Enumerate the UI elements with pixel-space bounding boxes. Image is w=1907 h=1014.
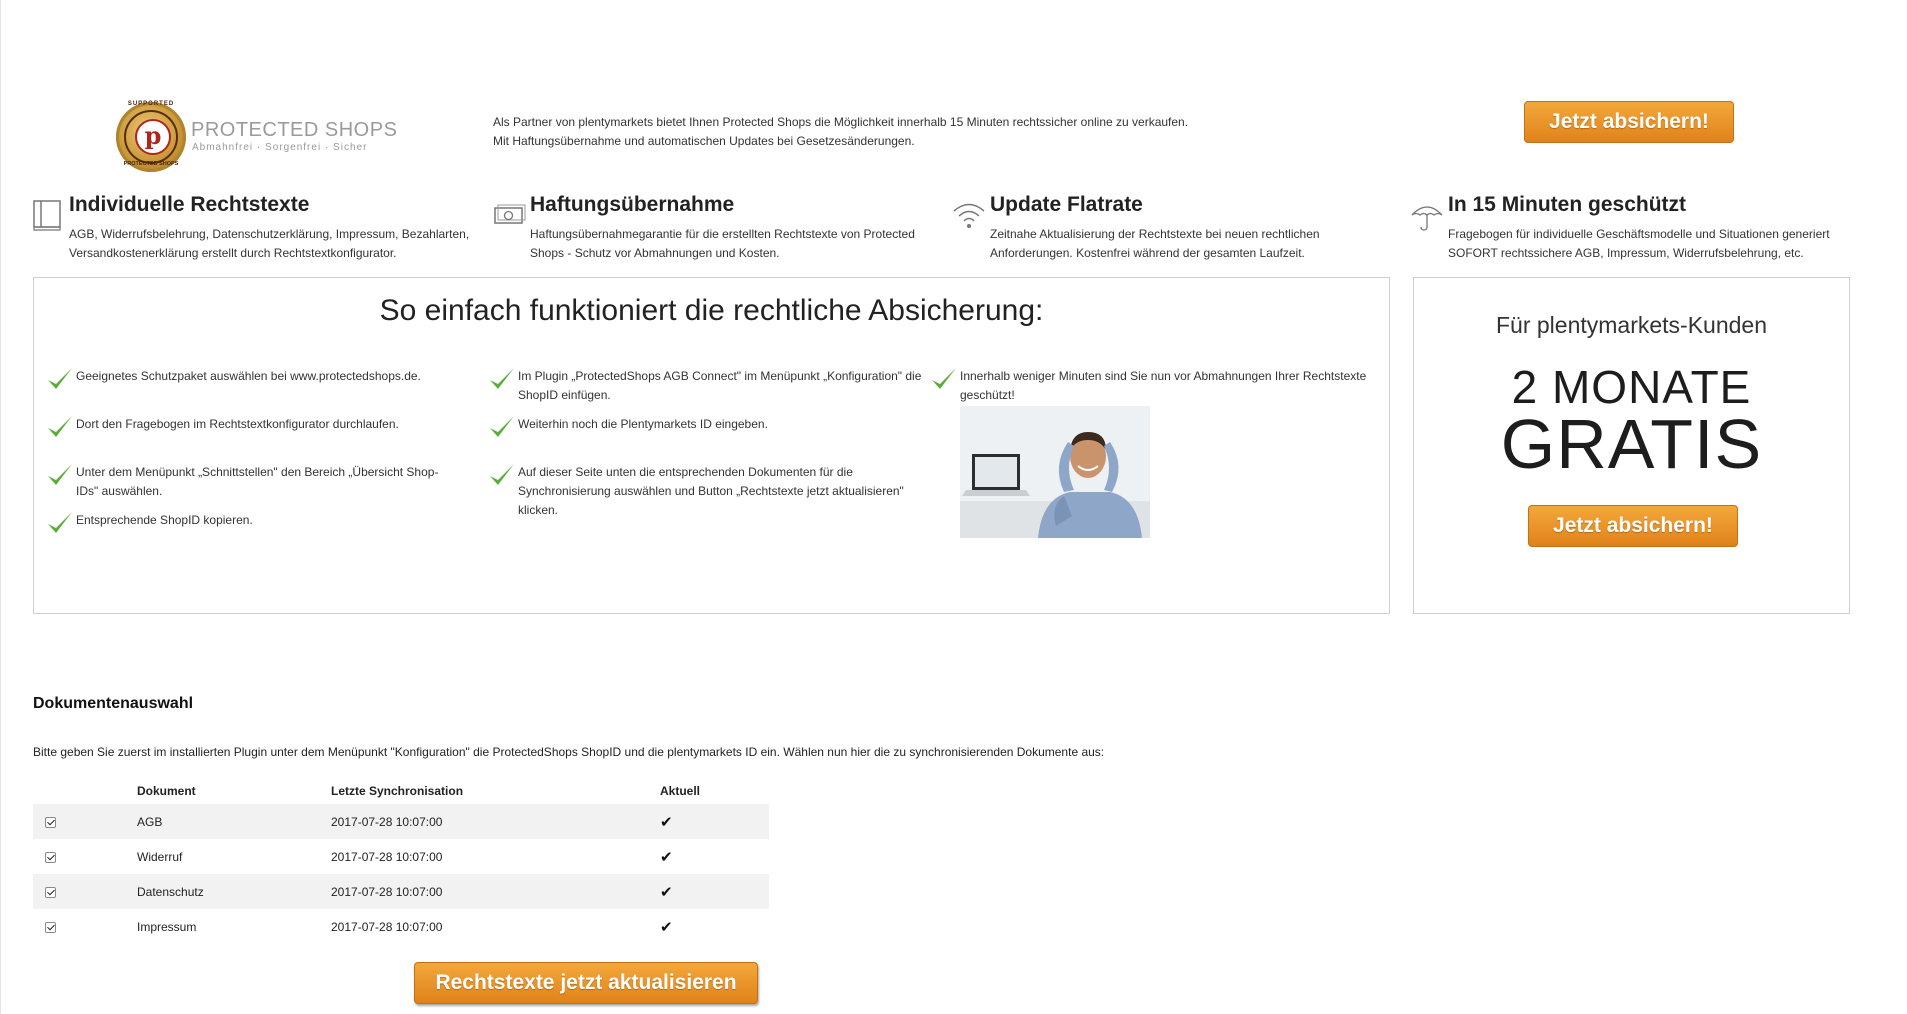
document-checkbox[interactable] bbox=[45, 851, 56, 863]
checkmark-icon bbox=[48, 416, 72, 437]
checkmark-icon bbox=[490, 368, 514, 389]
wifi-icon bbox=[953, 203, 985, 228]
feature-text: Zeitnahe Aktualisierung der Rechtstexte … bbox=[990, 227, 1320, 260]
current-check-icon: ✔ bbox=[660, 848, 673, 866]
relaxed-man-photo bbox=[960, 406, 1150, 538]
current-check-icon: ✔ bbox=[660, 918, 673, 936]
logo-name: PROTECTED SHOPS bbox=[191, 119, 398, 141]
column-header-document: Dokument bbox=[137, 783, 196, 798]
document-last-sync: 2017-07-28 10:07:00 bbox=[331, 849, 443, 864]
document-checkbox[interactable] bbox=[45, 921, 56, 933]
document-name: AGB bbox=[137, 814, 163, 829]
checkmark-icon bbox=[48, 368, 72, 389]
book-icon bbox=[33, 200, 61, 231]
current-check-icon: ✔ bbox=[660, 813, 673, 831]
table-row: Widerruf 2017-07-28 10:07:00 ✔ bbox=[33, 839, 769, 874]
table-row: Datenschutz 2017-07-28 10:07:00 ✔ bbox=[33, 874, 769, 909]
partner-intro: Als Partner von plentymarkets bietet Ihn… bbox=[493, 113, 1253, 151]
table-row: Impressum 2017-07-28 10:07:00 ✔ bbox=[33, 909, 769, 944]
promo-free: GRATIS bbox=[1500, 405, 1763, 483]
seal-letter: p bbox=[135, 119, 171, 155]
checkmark-icon bbox=[490, 464, 514, 485]
how-it-works-panel: So einfach funktioniert die rechtliche A… bbox=[33, 277, 1390, 614]
feature-text: Fragebogen für individuelle Geschäftsmod… bbox=[1448, 227, 1830, 260]
document-last-sync: 2017-07-28 10:07:00 bbox=[331, 919, 443, 934]
promo-secure-now-button[interactable]: Jetzt absichern! bbox=[1528, 505, 1738, 547]
column-header-current: Aktuell bbox=[660, 783, 701, 798]
promo-subtitle: Für plentymarkets-Kunden bbox=[1495, 312, 1767, 338]
checkmark-icon bbox=[932, 368, 956, 389]
feature-text: AGB, Widerrufsbelehrung, Datenschutzerkl… bbox=[69, 227, 470, 260]
update-legal-texts-button[interactable]: Rechtstexte jetzt aktualisieren bbox=[414, 962, 758, 1004]
checkmark-icon bbox=[48, 464, 72, 485]
seal-icon: SUPPORTED p PROTECTED SHOPS bbox=[116, 101, 186, 172]
intro-line-2: Mit Haftungsübernahme und automatischen … bbox=[493, 134, 915, 148]
feature-title: Update Flatrate bbox=[990, 193, 1143, 216]
protected-shops-logo: SUPPORTED p PROTECTED SHOPS PROTECTED SH… bbox=[116, 100, 397, 174]
document-name: Impressum bbox=[137, 919, 197, 934]
feature-text: Haftungsübernahmegarantie für die erstel… bbox=[530, 227, 915, 260]
banknote-icon bbox=[494, 204, 526, 224]
seal-bottom-text: PROTECTED SHOPS bbox=[123, 161, 179, 167]
document-checkbox[interactable] bbox=[45, 886, 56, 898]
column-header-last-sync: Letzte Synchronisation bbox=[331, 783, 464, 798]
document-last-sync: 2017-07-28 10:07:00 bbox=[331, 884, 443, 899]
current-check-icon: ✔ bbox=[660, 883, 673, 901]
logo-tagline: Abmahnfrei · Sorgenfrei · Sicher bbox=[192, 142, 368, 153]
feature-title: Haftungsübernahme bbox=[530, 193, 735, 216]
document-name: Datenschutz bbox=[137, 884, 204, 899]
documents-heading: Dokumentenauswahl bbox=[33, 695, 194, 712]
feature-title: In 15 Minuten geschützt bbox=[1448, 193, 1687, 216]
seal-top-text: SUPPORTED bbox=[127, 101, 175, 107]
page-left-border bbox=[0, 0, 1, 1014]
checkmark-icon bbox=[490, 416, 514, 437]
feature-title: Individuelle Rechtstexte bbox=[69, 193, 310, 216]
documents-table: Dokument Letzte Synchronisation Aktuell … bbox=[33, 777, 769, 944]
documents-info-text: Bitte geben Sie zuerst im installierten … bbox=[33, 745, 1105, 759]
document-checkbox[interactable] bbox=[45, 816, 56, 828]
secure-now-button[interactable]: Jetzt absichern! bbox=[1524, 101, 1734, 143]
checkmark-icon bbox=[48, 512, 72, 533]
intro-line-1: Als Partner von plentymarkets bietet Ihn… bbox=[493, 115, 1189, 129]
table-row: AGB 2017-07-28 10:07:00 ✔ bbox=[33, 804, 769, 839]
umbrella-icon bbox=[1411, 206, 1443, 231]
how-it-works-title: So einfach funktioniert die rechtliche A… bbox=[379, 294, 1044, 327]
promo-panel: Für plentymarkets-Kunden 2 MONATE GRATIS… bbox=[1413, 277, 1850, 614]
document-name: Widerruf bbox=[137, 849, 183, 864]
table-header-row: Dokument Letzte Synchronisation Aktuell bbox=[33, 777, 769, 804]
document-last-sync: 2017-07-28 10:07:00 bbox=[331, 814, 443, 829]
